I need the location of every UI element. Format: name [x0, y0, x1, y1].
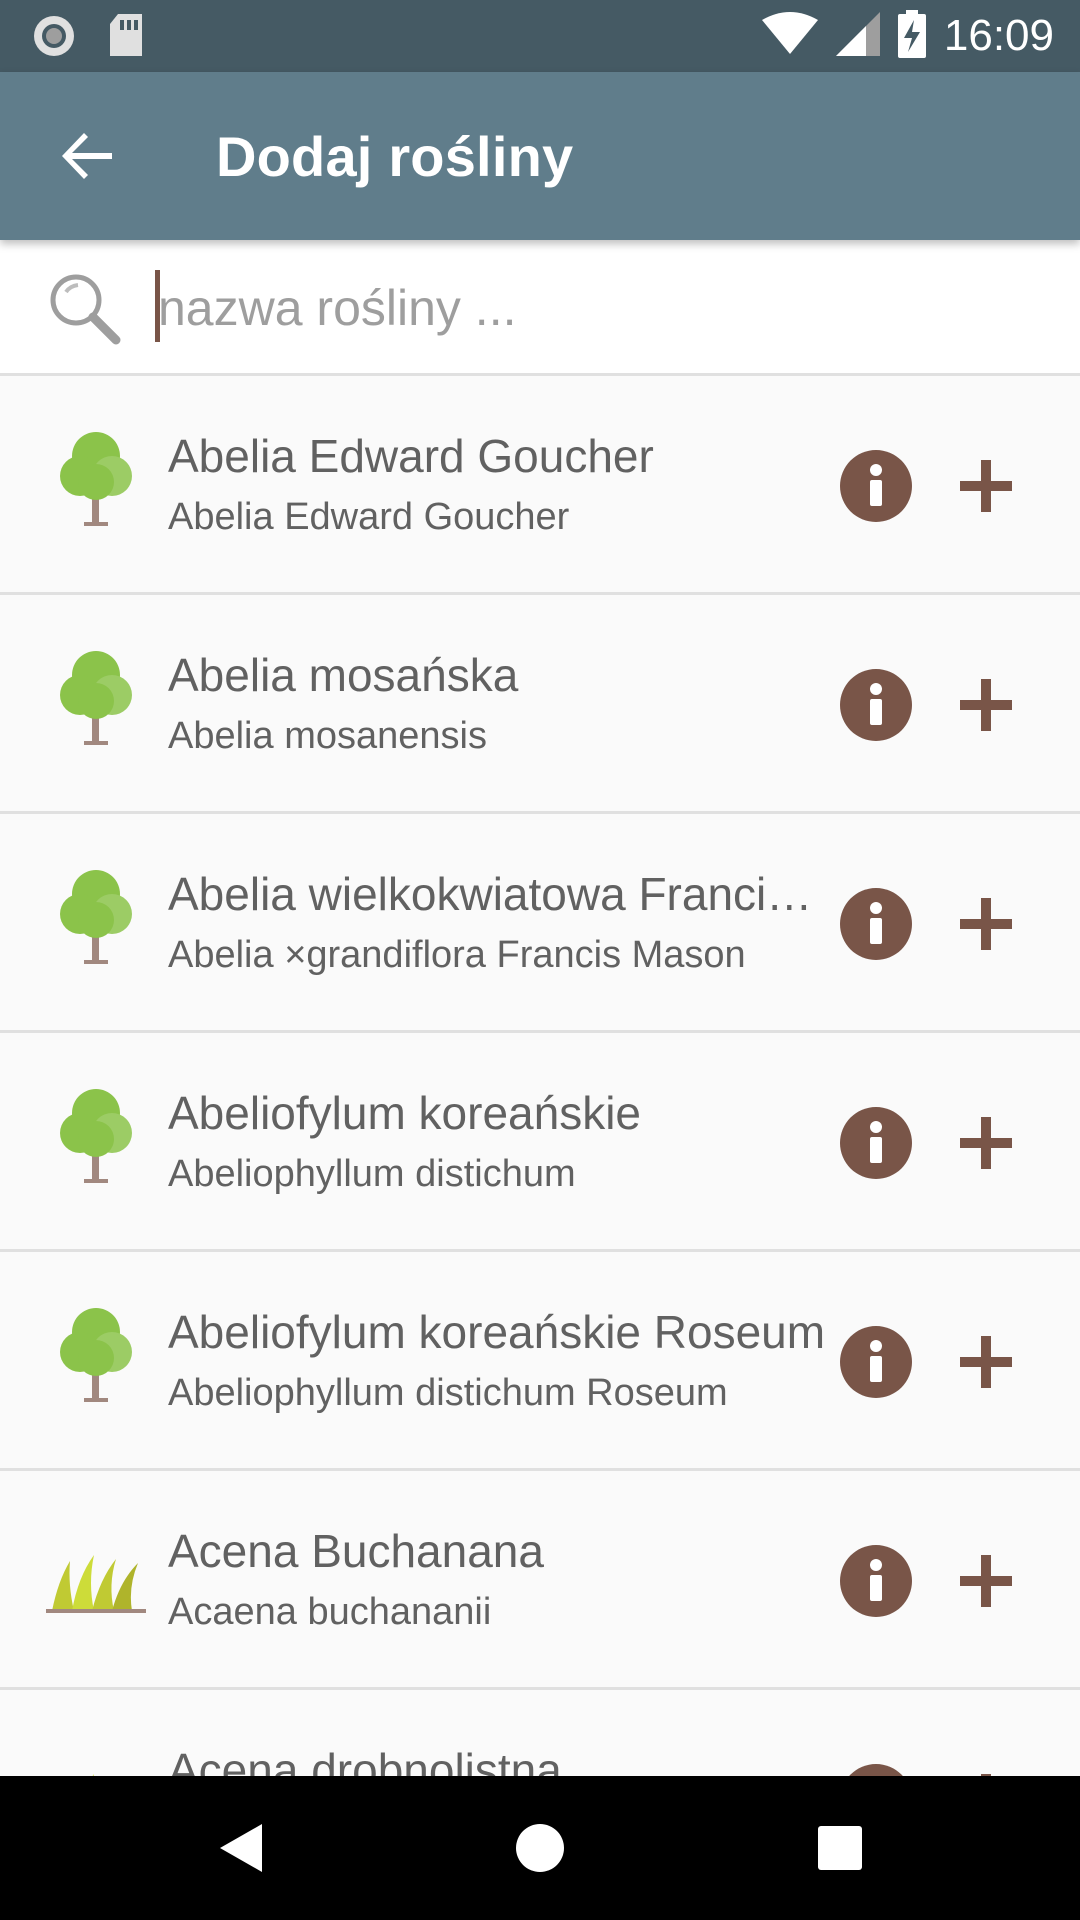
info-button[interactable] — [840, 1545, 912, 1617]
plant-name: Acena Buchanana — [168, 1525, 544, 1577]
list-item[interactable]: Acena drobnolistna — [0, 1690, 1080, 1776]
info-button[interactable] — [840, 888, 912, 960]
tree-icon — [44, 864, 148, 968]
info-icon — [870, 1121, 882, 1163]
info-icon — [840, 1764, 912, 1776]
wifi-icon — [761, 11, 818, 61]
nav-home-button[interactable] — [500, 1808, 580, 1888]
info-button[interactable] — [840, 1326, 912, 1398]
info-button[interactable] — [840, 1107, 912, 1179]
list-item[interactable]: Abeliofylum koreańskie Roseum Abeliophyl… — [0, 1252, 1080, 1471]
info-icon — [870, 1340, 882, 1382]
plant-name: Abelia Edward Goucher — [168, 430, 654, 482]
info-button[interactable] — [840, 669, 912, 741]
home-circle-icon — [516, 1824, 564, 1872]
info-icon — [870, 464, 882, 506]
add-button[interactable] — [950, 450, 1022, 522]
plus-icon — [960, 898, 1012, 950]
nav-back-button[interactable] — [200, 1808, 280, 1888]
battery-charging-icon — [897, 9, 926, 63]
search-bar — [0, 240, 1080, 376]
recents-square-icon — [818, 1826, 862, 1870]
plant-name: Abeliofylum koreańskie — [168, 1087, 642, 1139]
app-bar: Dodaj rośliny — [0, 72, 1080, 240]
add-button[interactable] — [950, 888, 1022, 960]
plus-icon — [960, 679, 1012, 731]
plant-name: Abeliofylum koreańskie Roseum — [168, 1306, 826, 1358]
info-button[interactable] — [840, 450, 912, 522]
plant-latin-name: Abeliophyllum distichum — [168, 1153, 576, 1195]
list-item[interactable]: Abelia mosańska Abelia mosanensis — [0, 595, 1080, 814]
plus-icon — [960, 1336, 1012, 1388]
info-icon — [870, 902, 882, 944]
list-item[interactable]: Acena Buchanana Acaena buchananii — [0, 1471, 1080, 1690]
tree-icon — [44, 1302, 148, 1406]
add-button[interactable] — [950, 1107, 1022, 1179]
tree-icon — [44, 1083, 148, 1187]
record-icon — [32, 14, 76, 63]
back-triangle-icon — [220, 1824, 262, 1872]
grass-icon — [44, 1521, 148, 1625]
status-time: 16:09 — [943, 11, 1054, 60]
plant-latin-name: Abeliophyllum distichum Roseum — [168, 1372, 728, 1414]
plant-latin-name: Abelia Edward Goucher — [168, 496, 570, 538]
plus-icon — [960, 1117, 1012, 1169]
add-button[interactable] — [950, 669, 1022, 741]
list-item[interactable]: Abeliofylum koreańskie Abeliophyllum dis… — [0, 1033, 1080, 1252]
plant-latin-name: Abelia ×grandiflora Francis Mason — [168, 934, 746, 976]
add-button[interactable] — [950, 1764, 1022, 1776]
plant-latin-name: Acaena buchananii — [168, 1591, 492, 1633]
back-button[interactable] — [48, 116, 128, 196]
plus-icon — [960, 460, 1012, 512]
status-left-icons — [32, 14, 144, 63]
info-icon — [870, 1559, 882, 1601]
status-right-icons: 16:09 — [761, 8, 1054, 64]
info-button[interactable] — [840, 1764, 912, 1776]
plus-icon — [960, 1555, 1012, 1607]
nav-recents-button[interactable] — [800, 1808, 880, 1888]
signal-icon — [835, 11, 880, 61]
list-item[interactable]: Abelia wielkokwiatowa Francis Mason Abel… — [0, 814, 1080, 1033]
search-input[interactable] — [156, 266, 1040, 350]
list-item[interactable]: Abelia Edward Goucher Abelia Edward Gouc… — [0, 376, 1080, 595]
grass-icon — [44, 1740, 148, 1776]
sd-card-icon — [108, 14, 144, 63]
search-icon — [50, 274, 121, 345]
plant-name: Acena drobnolistna — [168, 1744, 562, 1776]
plant-name: Abelia mosańska — [168, 649, 519, 701]
page-title: Dodaj rośliny — [216, 125, 574, 188]
plant-list[interactable]: Abelia Edward Goucher Abelia Edward Gouc… — [0, 376, 1080, 1776]
add-button[interactable] — [950, 1326, 1022, 1398]
arrow-back-icon — [62, 133, 112, 179]
plant-latin-name: Abelia mosanensis — [168, 715, 487, 757]
info-icon — [870, 683, 882, 725]
system-nav-bar — [0, 1776, 1080, 1920]
add-button[interactable] — [950, 1545, 1022, 1617]
tree-icon — [44, 426, 148, 530]
tree-icon — [44, 645, 148, 749]
plant-name: Abelia wielkokwiatowa Francis Mason — [168, 868, 828, 920]
status-bar: 16:09 — [0, 0, 1080, 72]
